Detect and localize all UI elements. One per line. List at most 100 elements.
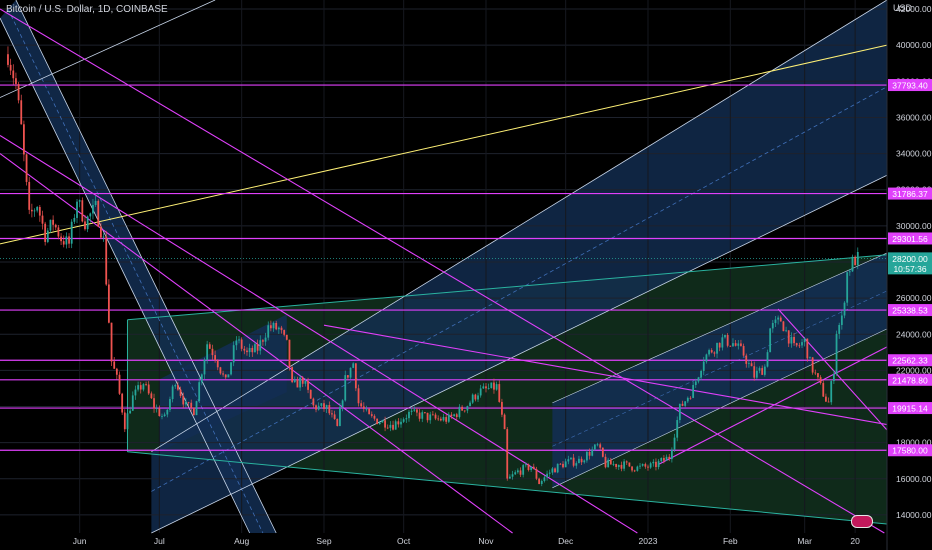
candle-body	[30, 209, 33, 212]
candle-body	[174, 384, 177, 387]
desc-channel-upper	[0, 17, 250, 534]
candle-body	[179, 389, 182, 396]
candle-body	[41, 215, 44, 224]
x-tick-label: Oct	[397, 536, 411, 546]
candle-body	[535, 469, 538, 479]
countdown-label: 10:57:36	[893, 264, 926, 274]
candle-body	[508, 476, 511, 479]
candle-body	[793, 336, 795, 344]
candle-body	[248, 347, 251, 353]
level-price-label: 25338.53	[892, 306, 928, 316]
candle-body	[277, 327, 280, 330]
candle-body	[198, 382, 201, 402]
candle-body	[753, 366, 756, 378]
candle-body	[761, 368, 764, 375]
candle-body	[126, 413, 129, 430]
y-tick-label: 26000.00	[896, 293, 932, 303]
candle-body	[49, 219, 52, 231]
candle-body	[296, 379, 299, 388]
candle-body	[240, 339, 243, 349]
candle-body	[506, 429, 509, 479]
candle-body	[224, 374, 227, 378]
replay-flag-icon[interactable]	[851, 515, 873, 528]
candle-body	[362, 406, 365, 409]
candle-body	[232, 345, 235, 363]
x-tick-label: Sep	[316, 536, 331, 546]
candle-body	[458, 406, 461, 418]
level-price-label: 29301.56	[892, 234, 928, 244]
candle-body	[543, 477, 546, 482]
candle-body	[538, 478, 541, 484]
candle-body	[676, 420, 679, 438]
candle-body	[285, 334, 288, 340]
x-tick-label: 2023	[639, 536, 658, 546]
candle-body	[490, 382, 493, 389]
candle-body	[479, 388, 482, 396]
candle-body	[721, 337, 724, 348]
candle-body	[259, 340, 262, 351]
candle-body	[190, 402, 193, 408]
candle-body	[628, 462, 631, 467]
candle-body	[97, 200, 100, 227]
candle-body	[12, 70, 15, 79]
candle-body	[155, 408, 158, 410]
candle-body	[354, 363, 357, 389]
candle-body	[748, 363, 750, 365]
candle-body	[7, 54, 9, 65]
candle-body	[708, 350, 710, 355]
candle-body	[609, 459, 612, 465]
candle-body	[856, 251, 859, 266]
candle-body	[779, 317, 782, 322]
price-chart[interactable]: 14000.0016000.0018000.0020000.0022000.00…	[0, 0, 932, 550]
candle-body	[503, 414, 506, 430]
y-tick-label: 40000.00	[896, 40, 932, 50]
candle-body	[623, 461, 625, 469]
candle-body	[439, 418, 442, 421]
candle-body	[694, 381, 697, 386]
candle-body	[394, 421, 397, 430]
level-price-label: 21478.80	[892, 375, 928, 385]
candle-body	[309, 389, 312, 399]
y-tick-label: 30000.00	[896, 221, 932, 231]
candle-body	[822, 383, 825, 397]
candle-body	[429, 414, 432, 421]
candle-body	[195, 401, 198, 416]
candle-body	[169, 399, 171, 410]
candle-body	[556, 463, 559, 473]
candle-body	[450, 414, 453, 417]
candle-body	[147, 384, 150, 394]
candle-body	[317, 405, 320, 410]
candle-body	[734, 343, 737, 346]
y-tick-label: 24000.00	[896, 329, 932, 339]
candle-body	[771, 322, 774, 329]
candle-body	[68, 236, 70, 244]
candle-body	[787, 330, 790, 344]
candle-body	[402, 419, 405, 422]
candle-body	[280, 327, 283, 331]
candle-body	[612, 463, 615, 465]
candle-body	[219, 367, 222, 374]
candle-body	[713, 352, 716, 354]
candle-body	[487, 388, 490, 389]
candle-body	[474, 394, 477, 400]
candle-body	[668, 456, 671, 460]
candle-body	[493, 382, 495, 390]
candle-body	[52, 219, 55, 225]
candle-body	[795, 343, 798, 346]
candle-body	[588, 451, 591, 456]
candle-body	[790, 336, 793, 344]
candle-body	[811, 357, 814, 373]
candle-body	[70, 221, 73, 244]
candle-body	[803, 338, 806, 343]
candle-body	[235, 340, 238, 346]
candle-body	[389, 424, 392, 428]
candle-body	[200, 374, 203, 383]
candle-body	[710, 350, 713, 353]
candle-body	[405, 418, 408, 420]
candle-body	[46, 230, 49, 242]
candle-body	[86, 216, 89, 230]
candle-body	[78, 200, 81, 202]
y-tick-label: 14000.00	[896, 510, 932, 520]
candle-body	[583, 460, 586, 463]
candle-body	[65, 236, 68, 245]
